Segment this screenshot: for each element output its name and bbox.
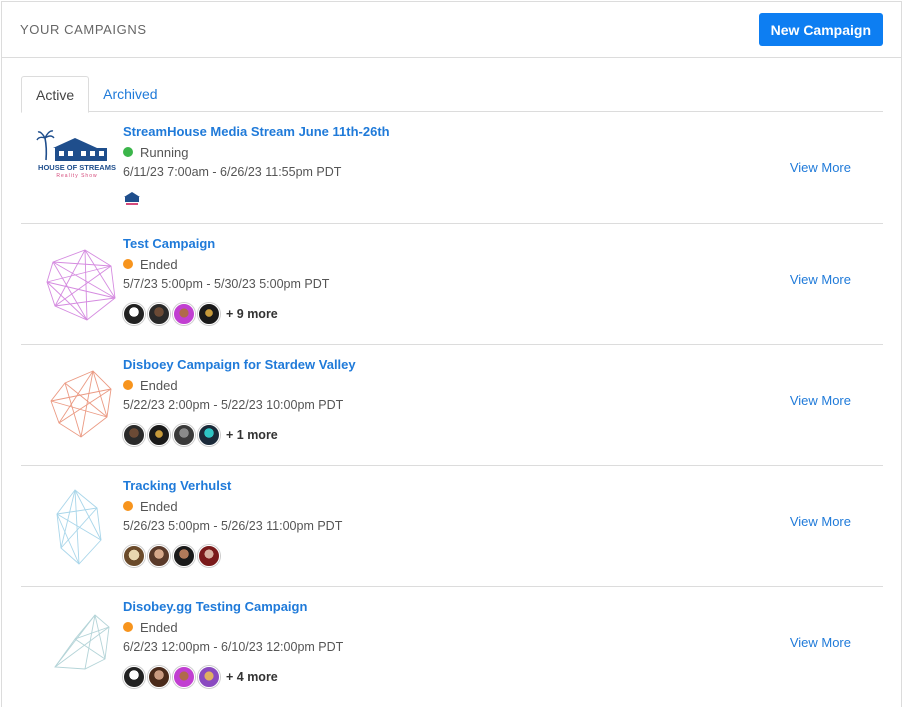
campaign-info: Disobey.gg Testing Campaign Ended 6/2/23…	[123, 597, 343, 689]
campaign-dates: 6/11/23 7:00am - 6/26/23 11:55pm PDT	[123, 165, 342, 179]
status-badge: Ended	[123, 254, 329, 274]
campaign-row: HOUSE OF STREAMS Reality Show StreamHous…	[21, 112, 883, 224]
panel-header: YOUR CAMPAIGNS New Campaign	[2, 2, 901, 58]
avatar[interactable]	[173, 666, 195, 688]
campaigns-panel: YOUR CAMPAIGNS New Campaign Active Archi…	[1, 1, 902, 707]
status-label: Ended	[140, 498, 178, 514]
avatar[interactable]	[123, 545, 145, 567]
campaign-title-link[interactable]: StreamHouse Media Stream June 11th-26th	[123, 122, 390, 142]
campaign-info: Test Campaign Ended 5/7/23 5:00pm - 5/30…	[123, 234, 329, 326]
avatar[interactable]	[173, 545, 195, 567]
status-badge: Running	[123, 142, 390, 162]
avatar[interactable]	[198, 666, 220, 688]
ended-status-dot-icon	[123, 622, 133, 632]
house-of-streams-mini-logo-icon	[124, 192, 140, 205]
status-label: Ended	[140, 377, 178, 393]
ended-status-dot-icon	[123, 380, 133, 390]
participant-avatars: + 9 more	[123, 302, 329, 326]
campaign-info: StreamHouse Media Stream June 11th-26th …	[123, 122, 390, 211]
running-status-dot-icon	[123, 147, 133, 157]
campaign-dates: 5/22/23 2:00pm - 5/22/23 10:00pm PDT	[123, 398, 344, 412]
campaign-info: Disboey Campaign for Stardew Valley Ende…	[123, 355, 356, 447]
status-badge: Ended	[123, 617, 343, 637]
avatar[interactable]	[148, 303, 170, 325]
more-participants: + 4 more	[226, 670, 278, 684]
ended-status-dot-icon	[123, 259, 133, 269]
avatar[interactable]	[198, 303, 220, 325]
view-more-link[interactable]: View More	[790, 272, 851, 287]
page-title: YOUR CAMPAIGNS	[20, 22, 147, 37]
view-more-link[interactable]: View More	[790, 393, 851, 408]
campaign-dates: 5/7/23 5:00pm - 5/30/23 5:00pm PDT	[123, 277, 330, 291]
ended-status-dot-icon	[123, 501, 133, 511]
lightblue-polygon-logo-icon	[56, 489, 102, 565]
new-campaign-button[interactable]: New Campaign	[758, 13, 883, 46]
teal-polygon-logo-icon	[54, 614, 110, 670]
avatar[interactable]	[198, 424, 220, 446]
campaign-row: Disobey.gg Testing Campaign Ended 6/2/23…	[21, 587, 883, 707]
view-more-link[interactable]: View More	[790, 160, 851, 175]
avatar[interactable]	[123, 666, 145, 688]
status-label: Ended	[140, 256, 178, 272]
avatar[interactable]	[198, 545, 220, 567]
campaign-logo: HOUSE OF STREAMS Reality Show	[35, 126, 119, 210]
campaign-dates: 5/26/23 5:00pm - 5/26/23 11:00pm PDT	[123, 519, 343, 533]
participant-avatars: + 1 more	[123, 423, 356, 447]
participant-avatars	[123, 544, 342, 568]
view-more-link[interactable]: View More	[790, 635, 851, 650]
campaign-title-link[interactable]: Disboey Campaign for Stardew Valley	[123, 355, 356, 375]
tab-active[interactable]: Active	[21, 76, 90, 113]
campaign-title-link[interactable]: Test Campaign	[123, 234, 329, 254]
campaign-row: Test Campaign Ended 5/7/23 5:00pm - 5/30…	[21, 224, 883, 345]
status-badge: Ended	[123, 375, 356, 395]
campaign-logo	[35, 367, 119, 451]
avatar[interactable]	[123, 303, 145, 325]
avatar[interactable]	[123, 424, 145, 446]
svg-text:Reality Show: Reality Show	[56, 173, 97, 179]
campaign-dates: 6/2/23 12:00pm - 6/10/23 12:00pm PDT	[123, 640, 344, 654]
campaign-row: Disboey Campaign for Stardew Valley Ende…	[21, 345, 883, 466]
view-more-link[interactable]: View More	[790, 514, 851, 529]
status-label: Ended	[140, 619, 178, 635]
campaigns-content: Active Archived HOUSE OF STREAMS Reality…	[2, 58, 901, 707]
campaign-tabs: Active Archived	[21, 76, 883, 113]
avatar[interactable]	[173, 424, 195, 446]
svg-text:HOUSE OF STREAMS: HOUSE OF STREAMS	[38, 163, 116, 172]
status-label: Running	[140, 144, 189, 160]
campaign-info: Tracking Verhulst Ended 5/26/23 5:00pm -…	[123, 476, 342, 568]
campaign-row: Tracking Verhulst Ended 5/26/23 5:00pm -…	[21, 466, 883, 587]
purple-polygon-logo-icon	[46, 249, 116, 321]
participant-avatars: + 4 more	[123, 665, 343, 689]
more-participants: + 9 more	[226, 307, 278, 321]
avatar[interactable]	[173, 303, 195, 325]
campaign-title-link[interactable]: Disobey.gg Testing Campaign	[123, 597, 343, 617]
avatar[interactable]	[148, 545, 170, 567]
campaign-title-link[interactable]: Tracking Verhulst	[123, 476, 342, 496]
avatar[interactable]	[148, 666, 170, 688]
house-of-streams-logo-icon: HOUSE OF STREAMS Reality Show	[36, 130, 116, 179]
campaign-logo	[35, 609, 119, 693]
campaign-logo	[35, 484, 119, 568]
campaign-logo	[35, 242, 119, 326]
more-participants: + 1 more	[226, 428, 278, 442]
tab-archived[interactable]: Archived	[89, 76, 171, 112]
status-badge: Ended	[123, 496, 342, 516]
avatar[interactable]	[148, 424, 170, 446]
coral-polygon-logo-icon	[50, 370, 112, 438]
